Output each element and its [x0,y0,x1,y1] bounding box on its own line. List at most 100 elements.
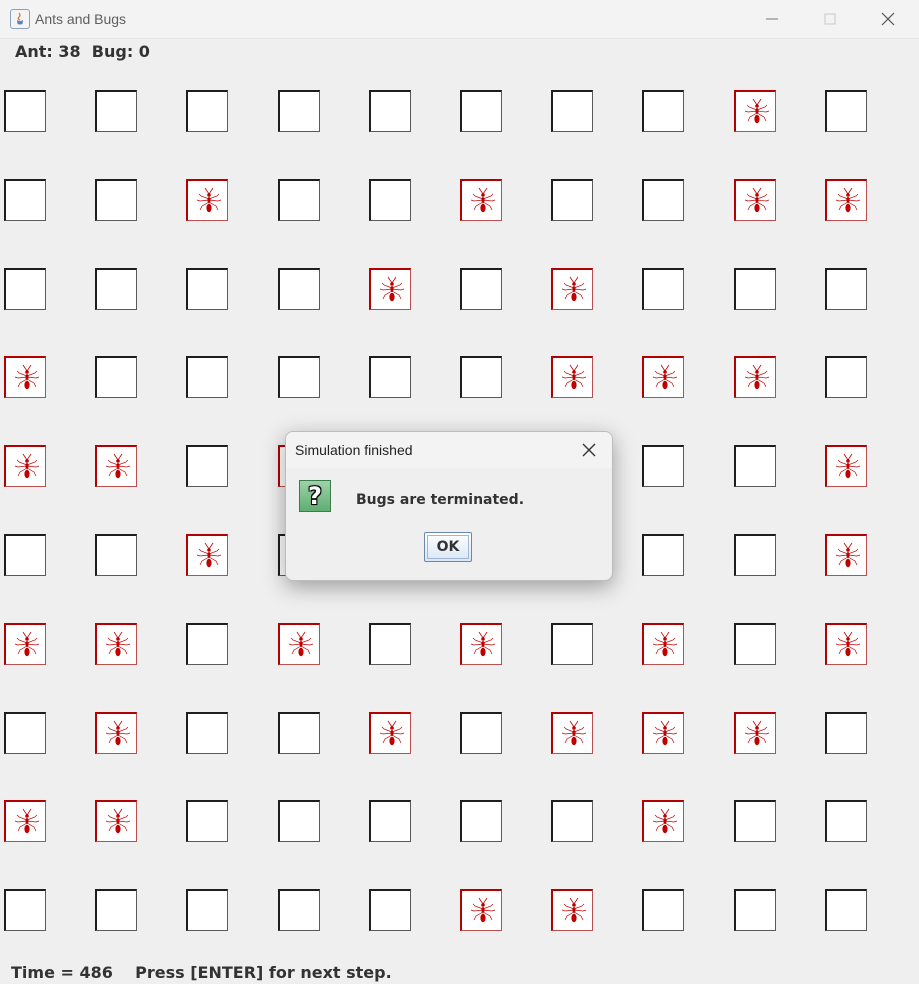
ant-icon [744,364,770,390]
board-cell-ant [825,623,867,665]
board-cell-empty [734,800,776,842]
dialog-close-button[interactable] [576,438,602,462]
score-label: Ant: 38 Bug: 0 [15,42,150,61]
board-cell-ant [734,90,776,132]
board-cell-empty [825,268,867,310]
board-cell-empty [369,356,411,398]
board-cell-empty [95,268,137,310]
board-cell-empty [95,534,137,576]
board-cell-ant [734,356,776,398]
board-cell-empty [825,800,867,842]
close-icon [881,12,895,26]
close-icon [582,443,596,457]
maximize-icon [824,13,836,25]
board-cell-empty [186,712,228,754]
board-cell-empty [4,712,46,754]
board-cell-ant [460,623,502,665]
ant-icon [561,276,587,302]
board-cell-ant [95,623,137,665]
ant-icon [652,808,678,834]
board-cell-ant [186,179,228,221]
board-cell-empty [278,179,320,221]
ant-icon [14,453,40,479]
dialog-title: Simulation finished [295,442,413,458]
board-cell-ant [642,356,684,398]
minimize-button[interactable] [743,0,801,38]
board-cell-ant [369,268,411,310]
ant-icon [744,98,770,124]
board-cell-empty [95,889,137,931]
ant-icon [561,720,587,746]
board-cell-empty [4,889,46,931]
time-status: Time = 486 Press [ENTER] for next step. [11,963,392,982]
board-cell-empty [186,90,228,132]
board-cell-ant [278,623,320,665]
board-cell-ant [734,179,776,221]
board-cell-empty [642,445,684,487]
board-cell-ant [4,800,46,842]
board-cell-empty [825,889,867,931]
ant-icon [470,897,496,923]
ant-icon [105,808,131,834]
board-cell-empty [95,356,137,398]
java-icon [10,9,30,29]
board-cell-ant [460,179,502,221]
ant-icon [744,187,770,213]
board-cell-ant [734,712,776,754]
close-button[interactable] [859,0,917,38]
board-cell-ant [186,534,228,576]
ant-icon [835,187,861,213]
ant-icon [14,631,40,657]
board-cell-ant [551,712,593,754]
board-cell-empty [186,268,228,310]
board-cell-ant [4,356,46,398]
maximize-button[interactable] [801,0,859,38]
board-cell-ant [642,800,684,842]
board-cell-empty [4,179,46,221]
ant-icon [196,542,222,568]
question-icon: ? [299,480,331,512]
board-cell-ant [642,623,684,665]
board-cell-empty [369,623,411,665]
board-cell-empty [825,356,867,398]
board-cell-ant [4,623,46,665]
ant-icon [470,187,496,213]
ant-icon [14,364,40,390]
board-cell-empty [186,623,228,665]
board-cell-empty [734,445,776,487]
ant-icon [379,720,405,746]
ant-icon [835,542,861,568]
board-cell-empty [460,800,502,842]
board-cell-empty [186,800,228,842]
board-cell-empty [460,356,502,398]
board-cell-empty [186,356,228,398]
ok-button[interactable]: OK [424,532,472,562]
ant-icon [744,720,770,746]
board-cell-empty [734,623,776,665]
ant-icon [470,631,496,657]
board-cell-empty [642,268,684,310]
board-cell-ant [369,712,411,754]
board-cell-empty [369,90,411,132]
dialog-message: Bugs are terminated. [356,492,525,508]
ant-icon [379,276,405,302]
window-titlebar: Ants and Bugs [0,0,919,39]
board-cell-empty [734,534,776,576]
board-cell-ant [825,179,867,221]
board-cell-empty [4,534,46,576]
board-cell-empty [642,889,684,931]
board-cell-empty [95,90,137,132]
ant-icon [288,631,314,657]
board-cell-empty [186,889,228,931]
board-cell-empty [278,356,320,398]
board-cell-empty [278,90,320,132]
board-cell-empty [95,179,137,221]
board-cell-empty [551,179,593,221]
board-cell-ant [95,712,137,754]
board-cell-ant [642,712,684,754]
board-cell-ant [95,800,137,842]
board-cell-empty [369,800,411,842]
board-cell-empty [460,90,502,132]
board-cell-empty [278,800,320,842]
board-cell-empty [642,90,684,132]
